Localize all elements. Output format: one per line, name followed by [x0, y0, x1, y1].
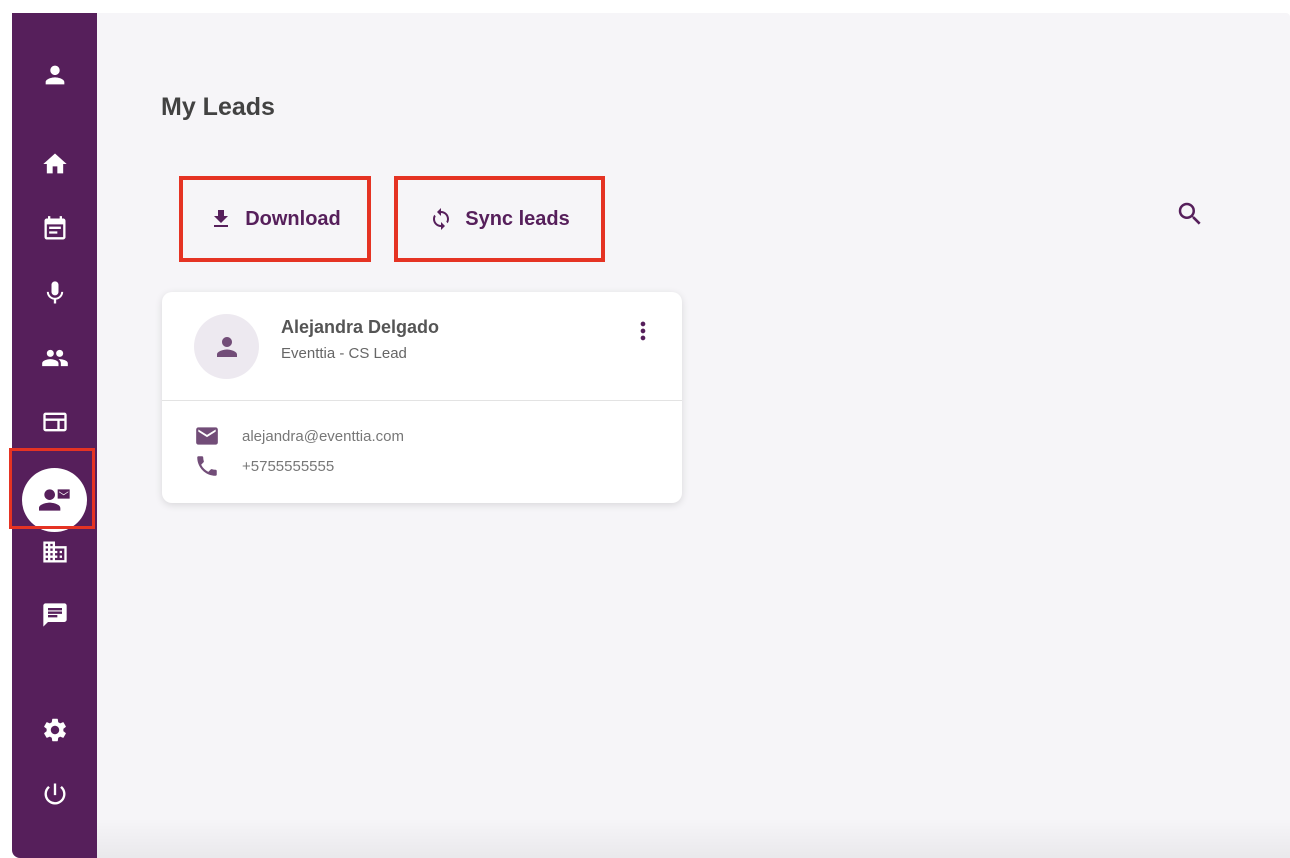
sync-icon [433, 208, 450, 230]
search-icon[interactable] [1175, 199, 1205, 229]
lead-name: Alejandra Delgado [281, 317, 440, 337]
sync-leads-label: Sync leads [465, 207, 570, 230]
home-icon[interactable] [12, 142, 97, 186]
layout-icon[interactable] [12, 400, 97, 444]
leads-icon[interactable] [22, 468, 87, 532]
lead-card[interactable]: Alejandra Delgado Eventtia - CS Lead ale… [162, 292, 682, 503]
download-label: Download [245, 207, 341, 230]
more-vert-icon[interactable] [628, 316, 658, 346]
download-icon [214, 210, 229, 227]
email-icon [196, 427, 218, 445]
page-title: My Leads [161, 93, 275, 121]
sidebar-nav [12, 13, 97, 858]
building-icon[interactable] [12, 530, 97, 574]
lead-email: alejandra@eventtia.com [242, 427, 404, 445]
chat-icon[interactable] [12, 593, 97, 637]
main-content: My Leads Download Sync leads Alejandra D… [97, 13, 1290, 858]
lead-email-row: alejandra@eventtia.com [194, 423, 404, 449]
download-button[interactable]: Download [179, 176, 371, 262]
microphone-icon[interactable] [12, 271, 97, 315]
attendees-icon[interactable] [12, 336, 97, 380]
lead-phone: +5755555555 [242, 457, 335, 475]
power-icon[interactable] [12, 772, 97, 816]
avatar [194, 314, 259, 379]
phone-icon [197, 456, 217, 476]
agenda-icon[interactable] [12, 207, 97, 251]
sync-leads-button[interactable]: Sync leads [394, 176, 605, 262]
person-icon [216, 336, 237, 357]
account-icon[interactable] [12, 53, 97, 97]
lead-phone-row: +5755555555 [194, 453, 334, 479]
settings-icon[interactable] [12, 708, 97, 752]
card-divider [162, 400, 682, 401]
lead-subtitle: Eventtia - CS Lead [281, 345, 407, 362]
